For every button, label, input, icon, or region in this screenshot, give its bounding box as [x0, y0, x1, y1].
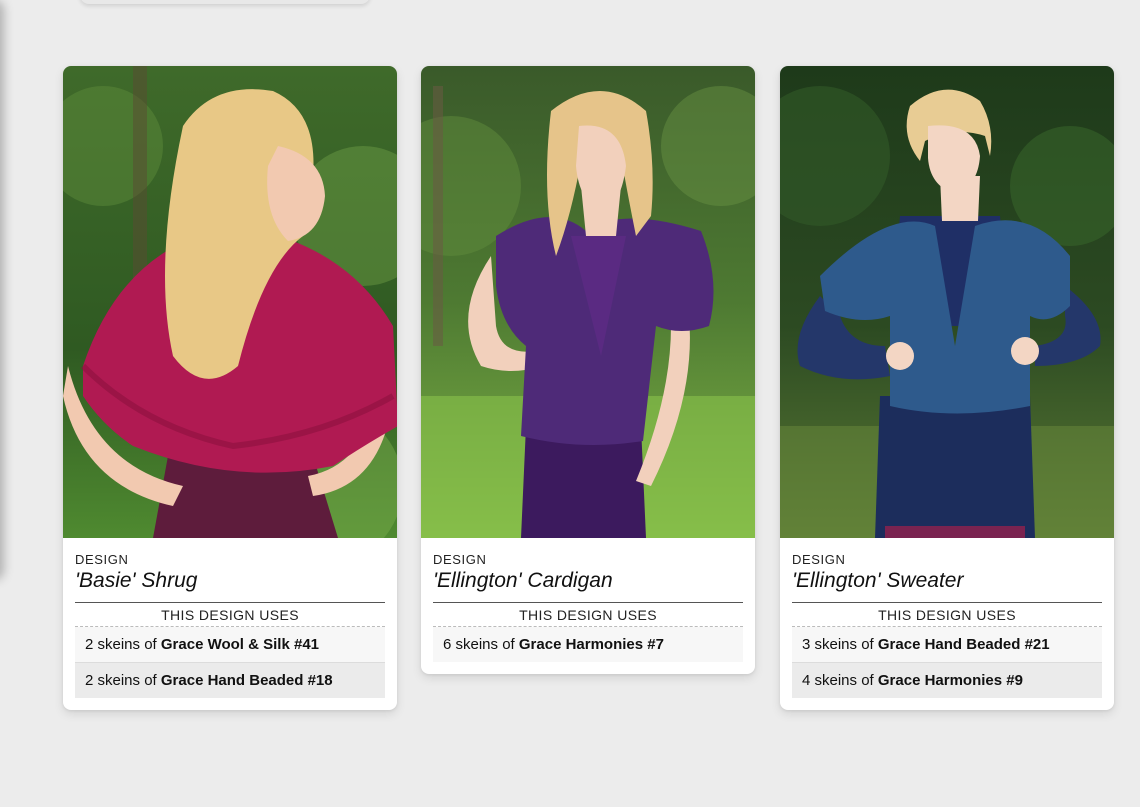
- design-card-basie-shrug[interactable]: DESIGN 'Basie' Shrug THIS DESIGN USES 2 …: [63, 66, 397, 710]
- uses-heading: THIS DESIGN USES: [792, 603, 1102, 627]
- design-photo[interactable]: [63, 66, 397, 538]
- model-photo-image: [421, 66, 755, 538]
- design-title[interactable]: 'Ellington' Cardigan: [433, 568, 743, 603]
- top-bar-edge: [80, 0, 370, 4]
- model-photo-image: [780, 66, 1114, 538]
- design-title[interactable]: 'Ellington' Sweater: [792, 568, 1102, 603]
- yarn-quantity: 2 skeins of: [85, 672, 161, 689]
- yarn-quantity: 2 skeins of: [85, 636, 161, 653]
- yarn-row[interactable]: 4 skeins of Grace Harmonies #9: [792, 662, 1102, 698]
- design-photo[interactable]: [780, 66, 1114, 538]
- yarn-name[interactable]: Grace Harmonies #9: [878, 672, 1023, 689]
- yarn-name[interactable]: Grace Wool & Silk #41: [161, 636, 319, 653]
- yarn-name[interactable]: Grace Harmonies #7: [519, 636, 664, 653]
- yarn-quantity: 6 skeins of: [443, 636, 519, 653]
- yarn-list: 3 skeins of Grace Hand Beaded #21 4 skei…: [792, 627, 1102, 698]
- yarn-quantity: 4 skeins of: [802, 672, 878, 689]
- yarn-row[interactable]: 6 skeins of Grace Harmonies #7: [433, 627, 743, 662]
- yarn-list: 2 skeins of Grace Wool & Silk #41 2 skei…: [75, 627, 385, 698]
- card-kicker: DESIGN: [433, 552, 487, 567]
- uses-heading: THIS DESIGN USES: [433, 603, 743, 627]
- card-kicker: DESIGN: [75, 552, 129, 567]
- card-kicker: DESIGN: [792, 552, 846, 567]
- model-photo-image: [63, 66, 397, 538]
- design-title[interactable]: 'Basie' Shrug: [75, 568, 385, 603]
- design-card-ellington-sweater[interactable]: DESIGN 'Ellington' Sweater THIS DESIGN U…: [780, 66, 1114, 710]
- uses-heading: THIS DESIGN USES: [75, 603, 385, 627]
- yarn-name[interactable]: Grace Hand Beaded #18: [161, 672, 333, 689]
- yarn-name[interactable]: Grace Hand Beaded #21: [878, 636, 1050, 653]
- design-card-ellington-cardigan[interactable]: DESIGN 'Ellington' Cardigan THIS DESIGN …: [421, 66, 755, 674]
- yarn-quantity: 3 skeins of: [802, 636, 878, 653]
- yarn-list: 6 skeins of Grace Harmonies #7: [433, 627, 743, 662]
- design-photo[interactable]: [421, 66, 755, 538]
- yarn-row[interactable]: 2 skeins of Grace Hand Beaded #18: [75, 662, 385, 698]
- yarn-row[interactable]: 3 skeins of Grace Hand Beaded #21: [792, 627, 1102, 662]
- yarn-row[interactable]: 2 skeins of Grace Wool & Silk #41: [75, 627, 385, 662]
